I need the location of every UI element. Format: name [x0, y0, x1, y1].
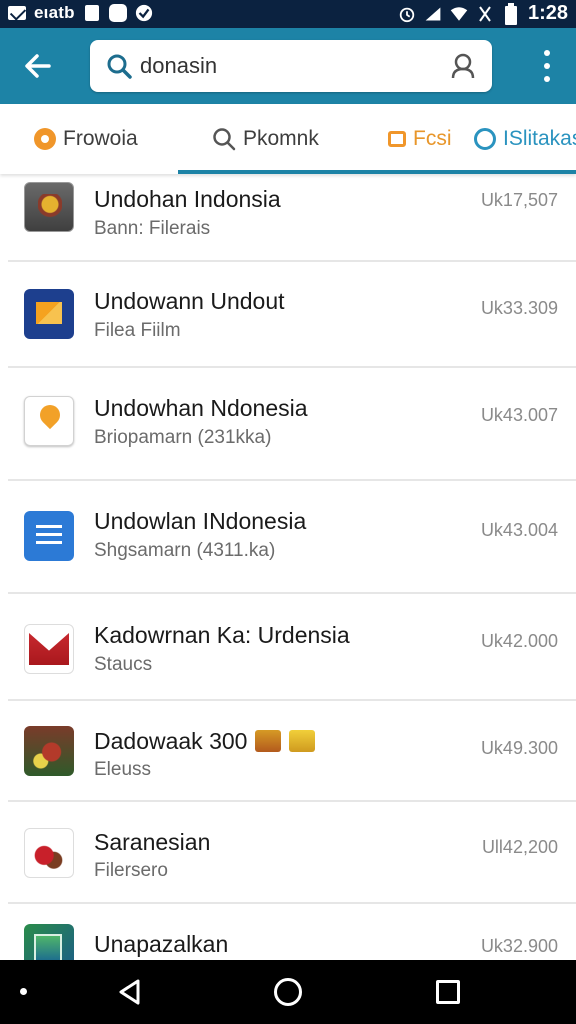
- status-right: 1:28: [398, 2, 568, 25]
- item-subtitle: Briopamarn (231kka): [94, 427, 272, 448]
- clock: 1:28: [527, 2, 568, 24]
- tab-fcsi[interactable]: Fcsi: [388, 104, 452, 174]
- tab-label: Frowoia: [63, 127, 138, 150]
- ring-icon: [474, 128, 496, 150]
- recents-square-icon[interactable]: [436, 980, 460, 1004]
- badge-icon: [255, 730, 282, 752]
- list-item[interactable]: Undowlan INdonesia Shgsamarn (4311.ka) U…: [0, 481, 576, 594]
- notification-icon: [83, 4, 101, 22]
- chat-icon: [108, 4, 127, 22]
- tab-frowoia[interactable]: Frowoia: [34, 104, 138, 174]
- item-subtitle: Shgsamarn (4311.ka): [94, 540, 276, 561]
- game-icon: [24, 726, 74, 776]
- list-item[interactable]: Undohan Indonsia Bann: Filerais Uk17,507: [0, 174, 576, 262]
- status-bar: eιatb 1:28: [0, 0, 576, 28]
- apple-icon: [24, 828, 74, 878]
- dot-icon: [20, 988, 27, 995]
- more-dot: [544, 63, 550, 69]
- search-icon: [107, 54, 132, 79]
- tab-label: Pkomnk: [243, 127, 319, 150]
- list-item[interactable]: Undowhan Ndonesia Briopamarn (231kka) Uk…: [0, 368, 576, 481]
- tab-label: Fcsi: [413, 127, 452, 150]
- item-price: Ull42,200: [481, 837, 558, 857]
- item-subtitle: Filersero: [94, 860, 168, 881]
- item-title: Undowann Undout: [94, 288, 285, 314]
- mail-icon: [8, 4, 26, 22]
- back-arrow-icon: [25, 54, 51, 78]
- back-button[interactable]: [18, 46, 58, 86]
- item-price: Uk17,507: [480, 190, 558, 210]
- emblem-icon: [24, 182, 74, 232]
- list-item[interactable]: Kadowrnan Ka: Urdensia Staucs Uk42.000: [0, 594, 576, 701]
- more-dot: [544, 50, 550, 56]
- search-icon: [213, 128, 236, 151]
- item-title: Undohan Indonsia: [94, 186, 281, 212]
- circle-icon: [34, 128, 56, 150]
- item-subtitle: Bann: Filerais: [94, 218, 211, 239]
- data-icon: [476, 5, 494, 23]
- box-icon: [388, 131, 406, 147]
- list-item[interactable]: Dadowaak 300 Eleuss Uk49.300: [0, 701, 576, 802]
- more-options-button[interactable]: [540, 50, 554, 82]
- back-triangle-icon[interactable]: [116, 978, 144, 1006]
- box-icon: [24, 924, 74, 960]
- battery-icon: [502, 2, 520, 25]
- nav-bar: [0, 960, 576, 1024]
- item-subtitle: Eleuss: [94, 759, 152, 780]
- docs-icon: [24, 511, 74, 561]
- item-price: Uk49.300: [480, 738, 558, 758]
- map-pin-icon: [24, 396, 74, 446]
- tab-bar: Frowoia Pkomnk Fcsi ISlitakas: [0, 104, 576, 174]
- film-icon: [24, 289, 74, 339]
- account-icon[interactable]: [448, 51, 478, 81]
- item-price: Uk42.000: [480, 631, 558, 651]
- tick-icon: [135, 4, 153, 22]
- item-title: Unapazalkan: [94, 931, 229, 957]
- status-left: eιatb: [8, 3, 153, 23]
- list-item[interactable]: Saranesian Filersero Ull42,200: [0, 802, 576, 904]
- item-title: Kadowrnan Ka: Urdensia: [94, 622, 350, 648]
- app-list: Undohan Indonsia Bann: Filerais Uk17,507…: [0, 174, 576, 960]
- item-subtitle: Filea Fiilm: [94, 320, 181, 341]
- item-price: Uk43.004: [480, 520, 558, 540]
- tab-pkomnk[interactable]: Pkomnk: [212, 104, 319, 174]
- item-title: Saranesian: [94, 829, 211, 855]
- alarm-icon: [398, 5, 416, 23]
- wifi-icon: [450, 5, 468, 23]
- app-bar: [0, 28, 576, 104]
- item-title-text: Dadowaak 300: [94, 728, 248, 754]
- more-dot: [544, 76, 550, 82]
- badge-icon: [289, 730, 316, 752]
- search-box[interactable]: [90, 40, 492, 92]
- tab-islitakas[interactable]: ISlitakas: [474, 104, 576, 174]
- tab-label: ISlitakas: [503, 127, 576, 150]
- signal-icon: [424, 5, 442, 23]
- carrier-label: eιatb: [34, 3, 75, 22]
- search-input[interactable]: [140, 50, 440, 82]
- item-price: Uk33.309: [480, 298, 558, 318]
- item-price: Uk32.900: [480, 936, 558, 956]
- home-circle-icon[interactable]: [274, 978, 302, 1006]
- item-title: Undowhan Ndonesia: [94, 395, 308, 421]
- list-item[interactable]: Undowann Undout Filea Fiilm Uk33.309: [0, 262, 576, 368]
- item-title: Undowlan INdonesia: [94, 508, 307, 534]
- list-item[interactable]: Unapazalkan Uk32.900: [0, 904, 576, 960]
- mail-icon: [24, 624, 74, 674]
- item-title: Dadowaak 300: [94, 728, 316, 755]
- item-subtitle: Staucs: [94, 654, 153, 675]
- item-price: Uk43.007: [480, 405, 558, 425]
